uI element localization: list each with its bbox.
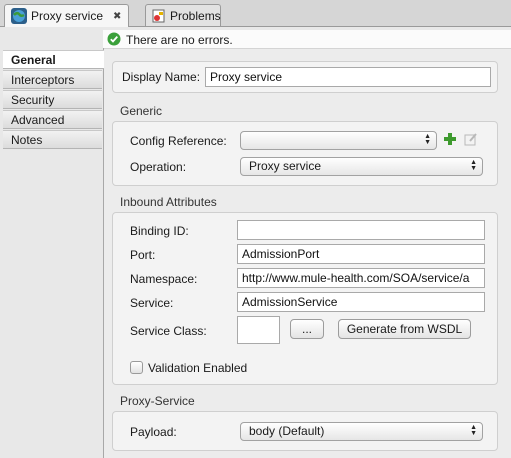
payload-select[interactable]: body (Default) ▲ ▼: [240, 422, 483, 441]
namespace-input[interactable]: http://www.mule-health.com/SOA/service/a: [237, 268, 485, 288]
operation-value: Proxy service: [249, 159, 322, 173]
close-icon[interactable]: ✖: [113, 11, 121, 22]
service-label: Service:: [130, 296, 174, 310]
tab-label: Problems: [170, 8, 221, 23]
nav-item-general[interactable]: General: [3, 50, 104, 69]
service-input[interactable]: AdmissionService: [237, 292, 485, 312]
config-reference-label: Config Reference:: [130, 134, 227, 148]
updown-arrows-icon: ▲ ▼: [424, 133, 431, 146]
binding-id-input[interactable]: [237, 220, 485, 240]
problems-icon: [152, 9, 166, 23]
payload-value: body (Default): [249, 424, 325, 438]
nav-item-notes[interactable]: Notes: [3, 130, 102, 149]
tab-proxy-service[interactable]: Proxy service ✖: [4, 4, 129, 27]
add-icon[interactable]: [443, 132, 457, 149]
editor-tab-strip: Proxy service ✖ Problems: [0, 0, 511, 27]
inbound-section-title: Inbound Attributes: [120, 195, 217, 209]
tab-problems[interactable]: Problems: [145, 4, 221, 26]
proxy-service-section-title: Proxy-Service: [120, 394, 195, 408]
proxy-service-group: Payload: body (Default) ▲ ▼: [112, 411, 498, 451]
validation-label: Validation Enabled: [148, 361, 248, 375]
edit-icon[interactable]: [464, 132, 478, 149]
nav-item-interceptors[interactable]: Interceptors: [3, 70, 102, 89]
section-nav: General Interceptors Security Advanced N…: [0, 48, 104, 458]
generic-group: Config Reference: ▲ ▼ Operation: Proxy se…: [112, 121, 498, 186]
port-input[interactable]: AdmissionPort: [237, 244, 485, 264]
nav-item-advanced[interactable]: Advanced: [3, 110, 102, 129]
namespace-label: Namespace:: [130, 272, 198, 286]
payload-label: Payload:: [130, 425, 177, 439]
operation-label: Operation:: [130, 160, 187, 174]
status-text: There are no errors.: [126, 33, 233, 47]
updown-arrows-icon: ▲ ▼: [470, 424, 477, 437]
updown-arrows-icon: ▲ ▼: [470, 159, 477, 172]
binding-id-label: Binding ID:: [130, 224, 189, 238]
validation-checkbox[interactable]: [130, 361, 143, 374]
general-panel: Display Name: Proxy service Generic Conf…: [104, 49, 511, 458]
config-reference-select[interactable]: ▲ ▼: [240, 131, 437, 150]
display-name-group: Display Name: Proxy service: [112, 61, 498, 93]
generic-section-title: Generic: [120, 104, 163, 118]
globe-icon: [11, 8, 27, 24]
display-name-input[interactable]: Proxy service: [205, 67, 491, 87]
browse-button[interactable]: ...: [290, 319, 324, 339]
service-class-input[interactable]: [237, 316, 280, 344]
port-label: Port:: [130, 248, 156, 262]
service-class-label: Service Class:: [130, 324, 207, 338]
nav-item-security[interactable]: Security: [3, 90, 102, 109]
check-icon: [107, 32, 121, 49]
generate-from-wsdl-button[interactable]: Generate from WSDL: [338, 319, 471, 339]
status-bar: There are no errors.: [103, 30, 511, 49]
tab-label: Proxy service: [31, 9, 104, 23]
operation-select[interactable]: Proxy service ▲ ▼: [240, 157, 483, 176]
inbound-attributes-group: Binding ID: Port: AdmissionPort Namespac…: [112, 212, 498, 385]
display-name-label: Display Name:: [122, 70, 201, 84]
